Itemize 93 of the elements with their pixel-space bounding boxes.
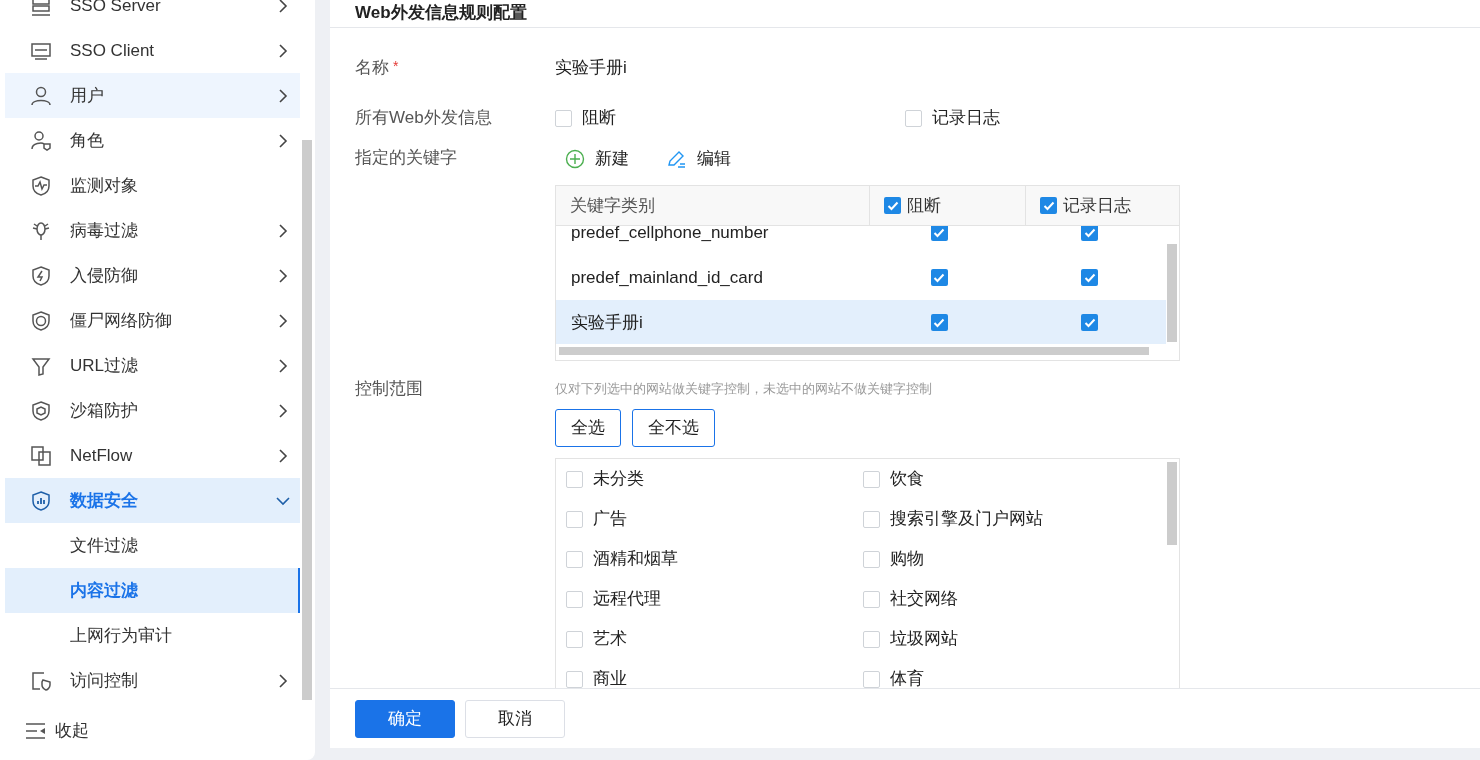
checkbox-label: 社交网络	[889, 588, 958, 611]
field-label: 所有Web外发信息	[355, 107, 492, 129]
name-value: 实验手册i	[555, 58, 627, 77]
checkbox[interactable]	[862, 550, 880, 568]
plus-circle-icon	[565, 149, 585, 169]
checkbox-label: 商业	[593, 668, 627, 688]
collapse-button[interactable]: 收起	[55, 718, 89, 744]
document-shield-icon	[30, 669, 52, 692]
checkbox-label: 阻断	[582, 107, 616, 129]
checkbox[interactable]	[1081, 269, 1099, 286]
checkbox[interactable]	[566, 630, 583, 648]
field-label: 指定的关键字	[355, 147, 457, 169]
chevron-icon	[278, 42, 288, 59]
shield-bolt-icon	[30, 264, 52, 287]
column-header: 关键字类别	[570, 194, 655, 217]
submenu-item[interactable]: 内容过滤	[5, 568, 300, 613]
checkbox-label: 远程代理	[593, 588, 661, 611]
chevron-icon	[278, 447, 288, 464]
checkbox[interactable]	[1040, 197, 1057, 214]
select-button[interactable]: 全不选	[632, 409, 715, 447]
required-mark: *	[393, 57, 399, 76]
scrollbar[interactable]	[302, 140, 312, 700]
checkbox[interactable]	[1081, 314, 1099, 331]
chevron-icon	[278, 222, 288, 239]
checkbox-label: 广告	[593, 508, 627, 531]
user-icon	[30, 84, 52, 107]
chevron-icon	[278, 267, 288, 284]
chevron-icon	[278, 312, 288, 329]
checkbox[interactable]	[905, 109, 922, 127]
table-cell: predef_mainland_id_card	[571, 267, 763, 287]
table-cell: 实验手册i	[571, 312, 643, 332]
checkbox[interactable]	[566, 670, 583, 688]
checkbox-label: 酒精和烟草	[593, 548, 678, 571]
table-row[interactable]: 实验手册i	[556, 300, 1166, 344]
shield-chart-icon	[30, 489, 52, 512]
checkbox[interactable]	[930, 226, 948, 241]
cancel-button[interactable]: 取消	[465, 699, 565, 738]
chevron-icon	[278, 0, 288, 14]
checkbox[interactable]	[566, 550, 583, 568]
checkbox-label: 垃圾网站	[889, 628, 958, 651]
chevron-icon	[278, 132, 288, 149]
edit-button[interactable]: 编辑	[667, 146, 731, 172]
chevron-icon	[275, 495, 291, 506]
table-cell: predef_cellphone_number	[571, 226, 769, 242]
checkbox-label: 记录日志	[932, 107, 1000, 129]
shield-cube-icon	[30, 399, 52, 422]
checkbox[interactable]	[566, 510, 583, 528]
checkbox-label: 艺术	[593, 628, 627, 651]
checkbox-label: 体育	[889, 668, 924, 688]
chevron-icon	[278, 357, 288, 374]
submenu-item[interactable]: 文件过滤	[5, 523, 300, 568]
shield-face-icon	[30, 309, 52, 332]
checkbox[interactable]	[566, 590, 583, 608]
server-icon	[30, 0, 52, 17]
confirm-button[interactable]: 确定	[355, 699, 455, 738]
checkbox[interactable]	[1081, 226, 1099, 241]
collapse-icon[interactable]	[25, 722, 47, 740]
checkbox[interactable]	[862, 630, 880, 648]
select-button[interactable]: 全选	[555, 409, 621, 447]
field-label: 控制范围	[355, 378, 423, 400]
checkbox[interactable]	[862, 510, 880, 528]
chevron-icon	[278, 402, 288, 419]
bug-icon	[30, 219, 52, 242]
scrollbar[interactable]	[559, 347, 1149, 355]
submenu-item[interactable]: 上网行为审计	[5, 613, 300, 658]
checkbox[interactable]	[862, 470, 880, 488]
pencil-icon	[667, 149, 687, 169]
checkbox[interactable]	[930, 269, 948, 286]
user-shield-icon	[30, 129, 52, 152]
new-button[interactable]: 新建	[565, 146, 629, 172]
sidebar-item[interactable]: 用户	[5, 73, 300, 118]
checkbox[interactable]	[566, 470, 583, 488]
chevron-icon	[278, 87, 288, 104]
sidebar-item[interactable]: 数据安全	[5, 478, 300, 523]
field-label: 名称	[355, 57, 389, 79]
checkbox-label: 搜索引擎及门户网站	[889, 508, 1043, 531]
chevron-icon	[278, 672, 288, 689]
checkbox[interactable]	[884, 197, 901, 214]
checkbox[interactable]	[930, 314, 948, 331]
checkbox[interactable]	[862, 670, 880, 688]
checkbox[interactable]	[555, 109, 572, 127]
checkbox-label: 购物	[889, 548, 924, 571]
copy-icon	[30, 444, 52, 467]
checkbox-label: 未分类	[593, 468, 644, 491]
shield-pulse-icon	[30, 174, 52, 197]
dialog-title: Web外发信息规则配置	[355, 2, 527, 24]
column-header: 记录日志	[1063, 194, 1131, 217]
scrollbar[interactable]	[1167, 244, 1177, 342]
checkbox-label: 饮食	[889, 468, 924, 491]
checkbox[interactable]	[862, 590, 880, 608]
scrollbar[interactable]	[1167, 462, 1177, 545]
column-header: 阻断	[907, 194, 941, 217]
hint-text: 仅对下列选中的网站做关键字控制，未选中的网站不做关键字控制	[555, 380, 932, 398]
